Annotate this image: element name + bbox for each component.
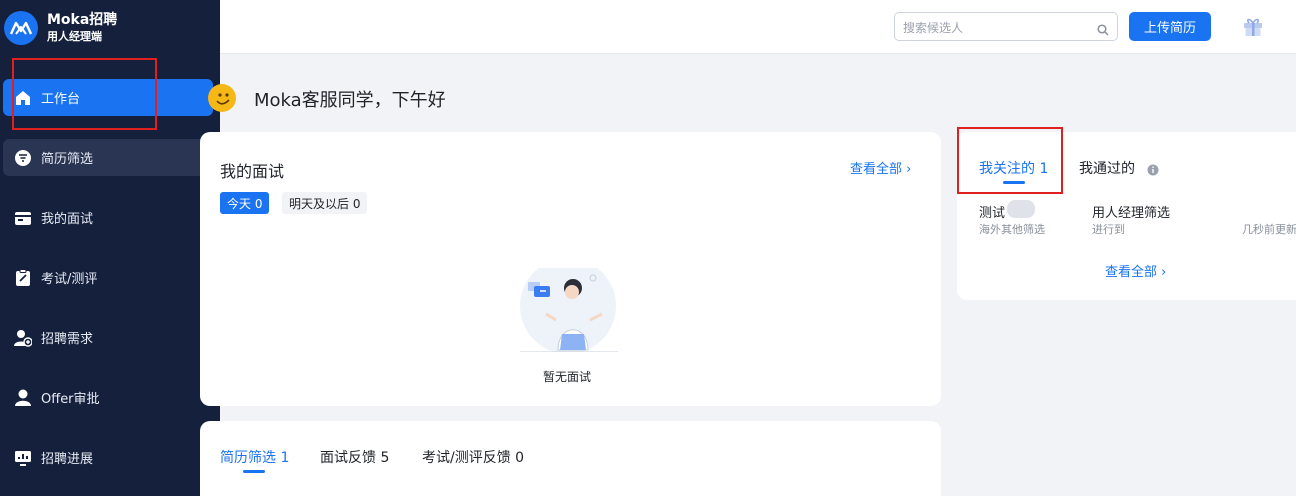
sidebar-item-requirements[interactable]: 招聘需求 — [3, 319, 213, 356]
info-icon[interactable] — [1147, 161, 1159, 180]
empty-state-text: 暂无面试 — [543, 370, 592, 384]
link-label: 查看全部 — [1105, 265, 1158, 280]
chip-tomorrow[interactable]: 明天及以后 0 — [282, 192, 368, 214]
user-icon — [13, 388, 33, 408]
upload-resume-button[interactable]: 上传简历 — [1129, 12, 1211, 41]
candidate-name[interactable]: 测试 — [979, 202, 1005, 221]
empty-illustration — [518, 258, 622, 356]
calendar-icon — [13, 208, 33, 228]
user-add-icon — [13, 328, 33, 348]
search-icon[interactable] — [1097, 21, 1109, 40]
updated-time: 几秒前更新 — [1242, 223, 1296, 236]
brand-subtitle: 用人经理端 — [47, 30, 102, 43]
tab-resume-screening[interactable]: 简历筛选 1 — [220, 447, 289, 467]
clipboard-icon — [13, 268, 33, 288]
view-all-follow-link[interactable]: 查看全部 › — [1105, 261, 1166, 280]
smile-emoji-icon — [208, 84, 236, 112]
candidate-stage: 用人经理筛选 — [1092, 206, 1171, 221]
chip-today[interactable]: 今天 0 — [220, 192, 270, 214]
greeting-text: Moka客服同学，下午好 — [254, 90, 446, 111]
tab-passed[interactable]: 我通过的 — [1079, 158, 1135, 178]
sidebar-item-resume-screening[interactable]: 简历筛选 — [3, 139, 213, 176]
candidate-source: 海外其他筛选 — [979, 223, 1045, 236]
highlight-box-following — [957, 127, 1063, 194]
sidebar-item-label: 招聘进展 — [41, 452, 94, 467]
chevron-right-icon: › — [906, 162, 912, 177]
top-bar: 搜索候选人 上传简历 — [220, 0, 1296, 54]
card-title: 我的面试 — [220, 162, 285, 181]
tab-interview-feedback[interactable]: 面试反馈 5 — [320, 447, 389, 467]
my-interviews-card: 我的面试 查看全部 › 今天 0 明天及以后 0 暂无面试 — [200, 132, 941, 406]
blurred-text — [1007, 200, 1035, 218]
tasks-card: 简历筛选 1 面试反馈 5 考试/测评反馈 0 — [200, 421, 941, 496]
filter-icon — [13, 148, 33, 168]
search-input[interactable]: 搜索候选人 — [894, 12, 1118, 41]
sidebar-item-label: 招聘需求 — [41, 332, 94, 347]
chart-icon — [13, 448, 33, 468]
search-placeholder: 搜索候选人 — [903, 21, 964, 35]
tab-exam-feedback[interactable]: 考试/测评反馈 0 — [422, 447, 524, 467]
sidebar-item-label: Offer审批 — [41, 392, 100, 407]
chevron-right-icon: › — [1161, 265, 1167, 280]
gift-icon[interactable] — [1242, 15, 1264, 41]
view-all-interviews-link[interactable]: 查看全部 › — [850, 158, 911, 177]
sidebar-item-my-interviews[interactable]: 我的面试 — [3, 199, 213, 236]
candidate-status: 进行到 — [1092, 223, 1125, 236]
brand[interactable]: Moka招聘 用人经理端 — [4, 8, 117, 48]
sidebar-item-offer-approval[interactable]: Offer审批 — [3, 379, 213, 416]
brand-name: Moka招聘 — [47, 12, 118, 28]
moka-logo-icon — [4, 11, 38, 45]
tab-underline — [243, 470, 265, 473]
tab-label: 我通过的 — [1079, 161, 1135, 177]
sidebar-item-exam[interactable]: 考试/测评 — [3, 259, 213, 296]
sidebar-item-label: 简历筛选 — [41, 152, 94, 167]
sidebar-item-label: 我的面试 — [41, 212, 94, 227]
link-label: 查看全部 — [850, 162, 903, 177]
sidebar-item-label: 考试/测评 — [41, 272, 98, 287]
highlight-box-workbench — [12, 58, 157, 130]
sidebar-item-progress[interactable]: 招聘进展 — [3, 439, 213, 476]
